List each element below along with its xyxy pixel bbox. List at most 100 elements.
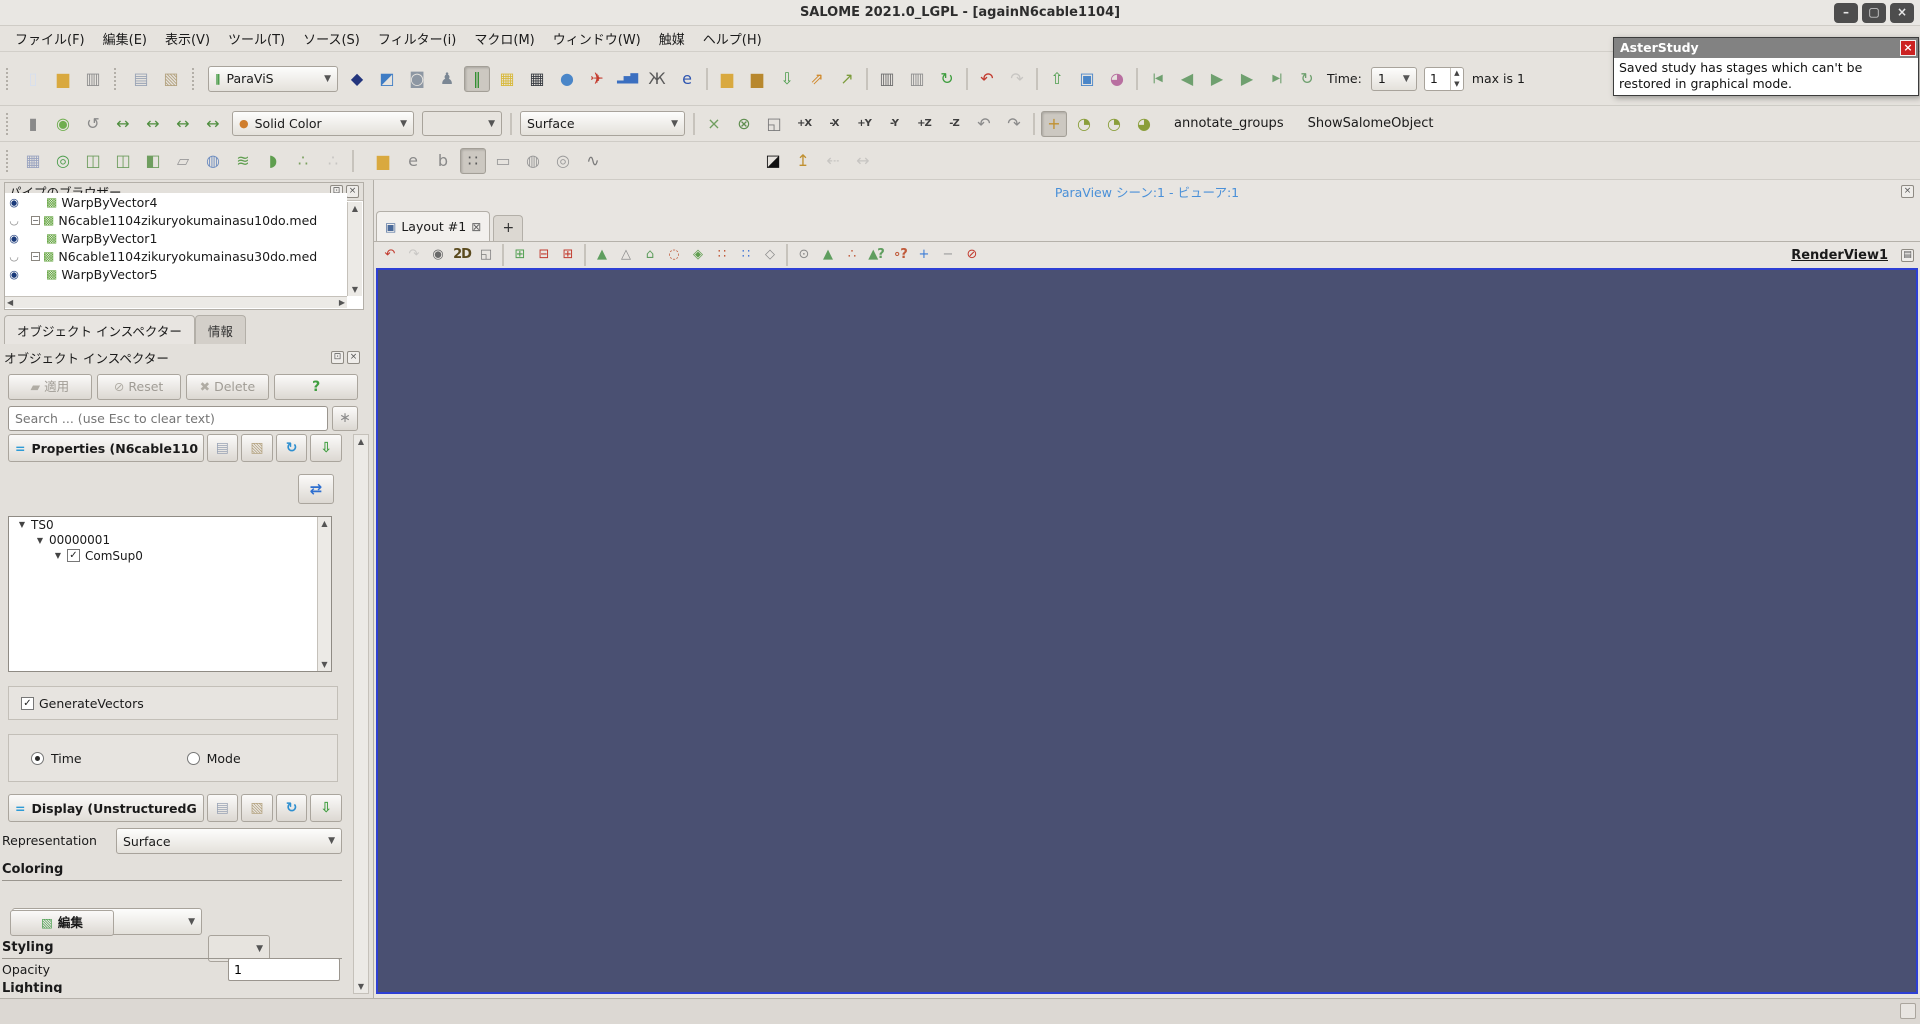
zoom-to-box-icon[interactable]: ◱ <box>761 111 787 137</box>
vcr-play-icon[interactable]: ▶ <box>1204 66 1230 92</box>
vcr-first-frame-icon[interactable]: |◀ <box>1144 66 1170 92</box>
fill-container-icon[interactable]: ▣ <box>1074 66 1100 92</box>
export-data-icon[interactable]: ⇗ <box>804 66 830 92</box>
subtract-selection-icon[interactable]: ⊟ <box>533 244 555 266</box>
toolbar-drag-handle[interactable] <box>114 67 122 90</box>
representation-combo[interactable]: Surface ▼ <box>520 111 685 136</box>
save-display-defaults-button[interactable]: ⇩ <box>310 794 343 822</box>
resize-grip[interactable] <box>1900 1003 1916 1019</box>
visibility-on-eye-icon[interactable]: ◉ <box>5 196 23 209</box>
toolbar-drag-handle[interactable] <box>6 112 14 135</box>
module-openturns-icon[interactable]: Ж <box>644 66 670 92</box>
hover-points-icon[interactable]: ∴ <box>841 244 863 266</box>
tree-item-label[interactable]: TS0 <box>31 518 54 532</box>
menu-item[interactable]: フィルター(i) <box>369 26 466 51</box>
toolbar-drag-handle[interactable] <box>6 67 14 90</box>
save-defaults-button[interactable]: ⇩ <box>310 434 343 462</box>
solver-b-icon[interactable]: b <box>430 148 456 174</box>
edit-color-map-button[interactable]: ▧ 編集 <box>10 910 114 936</box>
float-panel-icon[interactable]: ⊡ <box>331 351 344 364</box>
rotate-90-ccw-icon[interactable]: ↶ <box>971 111 997 137</box>
scroll-right-icon[interactable]: ▶ <box>339 298 345 307</box>
menu-item[interactable]: ヘルプ(H) <box>694 26 771 51</box>
module-hexablock-icon[interactable]: ● <box>554 66 580 92</box>
scroll-up-icon[interactable]: ▲ <box>318 519 331 528</box>
pipeline-item-label[interactable]: WarpByVector4 <box>61 195 157 210</box>
preferences-palette-icon[interactable]: ◕ <box>1104 66 1130 92</box>
color-map-editor-icon[interactable]: ◉ <box>50 111 76 137</box>
module-homard-icon[interactable]: ♟ <box>434 66 460 92</box>
select-points-frustum-icon[interactable]: ∷ <box>711 244 733 266</box>
reset-session-icon[interactable]: ↻ <box>934 66 960 92</box>
time-spinbox[interactable]: 1 ▲ ▼ <box>1423 66 1464 91</box>
scroll-down-icon[interactable]: ▼ <box>354 982 368 991</box>
toggle-selection-icon[interactable]: ⊞ <box>557 244 579 266</box>
pipeline-item[interactable]: ◡ − ▩ N6cable1104zikuryokumainasu30do.med <box>5 247 347 265</box>
reset-range-icon[interactable]: ↺ <box>80 111 106 137</box>
extract-box-icon[interactable]: ▱ <box>170 148 196 174</box>
view-options-icon[interactable]: ▤ <box>1901 248 1914 262</box>
pipeline-item[interactable]: ◉ ▩ WarpByVector1 <box>5 229 347 247</box>
rescale-data-range-icon[interactable]: ↔ <box>110 111 136 137</box>
tree-item[interactable]: ▼ ✓ ComSup0 <box>9 548 331 564</box>
visibility-off-eye-icon[interactable]: ◡ <box>5 250 23 263</box>
macro-show-salome-object-button[interactable]: ShowSalomeObject <box>1308 116 1434 131</box>
view-minus-z-icon[interactable]: -Z <box>941 111 967 137</box>
slice-filter-icon[interactable]: ◫ <box>110 148 136 174</box>
minimize-button[interactable]: – <box>1834 3 1858 23</box>
select-blocks-icon[interactable]: ∷ <box>735 244 757 266</box>
undo-icon[interactable]: ↶ <box>974 66 1000 92</box>
close-button[interactable]: × <box>1890 3 1914 23</box>
capture-screenshot-icon[interactable]: ◉ <box>427 244 449 266</box>
edit-scalar-bar-icon[interactable]: ↥ <box>790 148 816 174</box>
tree-item-checkbox[interactable]: ✓ <box>67 549 80 563</box>
pipeline-item-label[interactable]: N6cable1104zikuryokumainasu30do.med <box>58 249 317 264</box>
select-points-polygon-icon[interactable]: ◌ <box>663 244 685 266</box>
opacity-input[interactable] <box>228 958 340 981</box>
cylinder-source-icon[interactable]: ▭ <box>490 148 516 174</box>
close-panel-icon[interactable]: × <box>346 185 359 198</box>
close-tab-icon[interactable]: ⊠ <box>471 220 481 234</box>
tree-expand-arrow-icon[interactable]: ▼ <box>17 520 27 529</box>
module-jobmanager-icon[interactable]: ▂▅▇ <box>614 66 640 92</box>
rescale-temporal-range-icon[interactable]: ↔ <box>170 111 196 137</box>
time-radio[interactable] <box>31 751 44 765</box>
close-panel-icon[interactable]: × <box>347 351 360 364</box>
module-shaper-icon[interactable]: ◆ <box>344 66 370 92</box>
query-points-icon[interactable]: ∘? <box>889 244 911 266</box>
view-plus-x-icon[interactable]: +X <box>791 111 817 137</box>
contour-filter-icon[interactable]: ≋ <box>230 148 256 174</box>
generate-vectors-checkbox[interactable]: ✓ <box>21 696 34 710</box>
view-plus-y-icon[interactable]: +Y <box>851 111 877 137</box>
tab-layout-1[interactable]: ▣ Layout #1 ⊠ <box>376 211 491 241</box>
glyph-filter-icon[interactable]: ◍ <box>200 148 226 174</box>
menu-item[interactable]: 編集(E) <box>94 26 156 51</box>
module-paravis-icon[interactable]: ‖ <box>464 65 490 92</box>
open-study-icon[interactable]: ▆ <box>714 66 740 92</box>
representation-dropdown[interactable]: Surface ▼ <box>116 828 342 854</box>
menu-item[interactable]: マクロ(M) <box>465 26 543 51</box>
disconnect-server-icon[interactable]: ▥ <box>904 66 930 92</box>
menu-item[interactable]: ファイル(F) <box>6 26 94 51</box>
pipeline-item[interactable]: ◉ ▩ WarpByVector5 <box>5 265 347 283</box>
open-folder-icon[interactable]: ▆ <box>50 66 76 92</box>
scroll-up-icon[interactable]: ▲ <box>348 204 362 213</box>
rescale-visible-range-icon[interactable]: ↔ <box>200 111 226 137</box>
visibility-off-eye-icon[interactable]: ◡ <box>5 214 23 227</box>
select-cells-on-icon[interactable]: ▲ <box>591 244 613 266</box>
search-options-button[interactable]: ∗ <box>332 406 358 431</box>
module-medcalc-icon[interactable]: ▦ <box>524 66 550 92</box>
query-cells-icon[interactable]: ▲? <box>865 244 887 266</box>
close-viewer-icon[interactable]: × <box>1901 185 1914 198</box>
rotate-90-cw-icon[interactable]: ↷ <box>1001 111 1027 137</box>
clear-selection-icon[interactable]: ⊘ <box>961 244 983 266</box>
plot-over-time-icon[interactable]: ∿ <box>580 148 606 174</box>
menu-item[interactable]: 触媒 <box>650 26 694 51</box>
dump-study-icon[interactable]: ↗ <box>834 66 860 92</box>
reload-files-button[interactable]: ⇄ <box>298 474 334 504</box>
slac-data-reader-icon[interactable]: ▆ <box>370 148 396 174</box>
camera-undo-icon[interactable]: ↶ <box>379 244 401 266</box>
scroll-down-icon[interactable]: ▼ <box>318 660 331 669</box>
integrate-variables-icon[interactable]: ◎ <box>50 148 76 174</box>
refresh-display-button[interactable]: ↻ <box>275 794 308 822</box>
